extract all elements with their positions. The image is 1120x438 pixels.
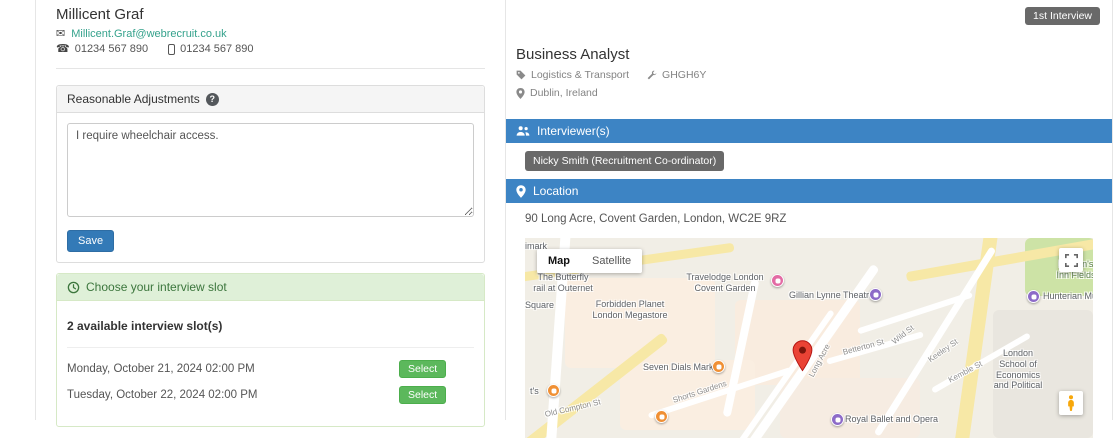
candidate-email-link[interactable]: Millicent.Graf@webrecruit.co.uk: [71, 28, 226, 40]
interviewers-header: Interviewer(s): [506, 119, 1112, 143]
map-label: Covent Garden: [683, 283, 767, 294]
envelope-icon: ✉: [56, 29, 65, 40]
map-label: Economics: [979, 370, 1057, 381]
map-marker-icon[interactable]: [792, 340, 813, 377]
map-label: Square: [525, 300, 554, 311]
map-pin-icon: [516, 88, 525, 99]
job-reference: GHGH6Y: [662, 69, 706, 81]
select-slot-button[interactable]: Select: [399, 360, 446, 378]
job-location: Dublin, Ireland: [530, 87, 598, 99]
slots-count: 2 available interview slot(s): [67, 319, 474, 333]
slot-label: Tuesday, October 22, 2024 02:00 PM: [67, 389, 399, 401]
map-canvas[interactable]: imark The Butterfly rail at Outernet Squ…: [525, 238, 1093, 438]
job-title: Business Analyst: [516, 46, 1112, 63]
candidate-header: Millicent Graf ✉ Millicent.Graf@webrecru…: [56, 0, 485, 69]
candidate-panel: Millicent Graf ✉ Millicent.Graf@webrecru…: [35, 0, 485, 420]
interviewer-badge: Nicky Smith (Recruitment Co-ordinator): [525, 151, 724, 171]
map-label: Forbidden Planet: [583, 299, 677, 310]
slot-row: Monday, October 21, 2024 02:00 PM Select: [67, 360, 474, 378]
clock-icon: [67, 281, 80, 294]
map-type-control: Map Satellite: [537, 249, 642, 273]
map-label: London Megastore: [583, 310, 677, 321]
shop-poi-icon[interactable]: [547, 384, 560, 397]
map-label: and Political: [979, 380, 1057, 391]
map-label-group: London School of Economics and Political: [979, 348, 1057, 391]
map-label: t's: [530, 386, 539, 397]
map-label: rail at Outernet: [525, 283, 601, 294]
shop-poi-icon[interactable]: [655, 410, 668, 423]
theatre-poi-icon[interactable]: [869, 288, 882, 301]
pegman-button[interactable]: [1059, 391, 1083, 415]
slot-row: Tuesday, October 22, 2024 02:00 PM Selec…: [67, 386, 474, 404]
map-label: Gillian Lynne Theatre: [789, 290, 874, 301]
satellite-view-button[interactable]: Satellite: [581, 249, 642, 273]
interview-slots-panel: Choose your interview slot 2 available i…: [56, 273, 485, 427]
help-icon[interactable]: ?: [206, 93, 219, 106]
location-title: Location: [533, 184, 578, 198]
select-slot-button[interactable]: Select: [399, 386, 446, 404]
market-poi-icon[interactable]: [712, 360, 725, 373]
interview-address: 90 Long Acre, Covent Garden, London, WC2…: [525, 213, 1112, 225]
map-label: The Butterfly: [525, 272, 601, 283]
interviewers-title: Interviewer(s): [537, 124, 610, 138]
phone-icon: ☎: [56, 44, 70, 55]
fullscreen-icon: [1065, 254, 1078, 267]
tag-icon: [516, 70, 526, 80]
map-label: Seven Dials Market: [643, 362, 721, 373]
location-pin-icon: [516, 185, 526, 198]
reasonable-adjustments-panel: Reasonable Adjustments ? I require wheel…: [56, 85, 485, 263]
candidate-phone: 01234 567 890: [75, 43, 148, 55]
museum-poi-icon[interactable]: [1027, 290, 1040, 303]
map-label-group: The Butterfly rail at Outernet: [525, 272, 601, 294]
interview-round-badge: 1st Interview: [1025, 7, 1100, 25]
candidate-name: Millicent Graf: [56, 6, 485, 23]
map-label: Travelodge London: [683, 272, 767, 283]
mobile-icon: [168, 44, 175, 55]
map-view-button[interactable]: Map: [537, 249, 581, 273]
interview-details-panel: 1st Interview Business Analyst Logistics…: [505, 0, 1113, 420]
map-label: London: [979, 348, 1057, 359]
lodging-poi-icon[interactable]: [771, 274, 784, 287]
pegman-icon: [1065, 395, 1077, 411]
map-label: Hunterian Museum: [1043, 291, 1093, 302]
save-button[interactable]: Save: [67, 230, 114, 252]
map-label-group: Travelodge London Covent Garden: [683, 272, 767, 294]
divider: [67, 347, 474, 348]
adjustments-title: Reasonable Adjustments: [67, 92, 200, 106]
adjustments-textarea[interactable]: I require wheelchair access.: [67, 123, 474, 217]
map-label-group: Forbidden Planet London Megastore: [583, 299, 677, 321]
job-category: Logistics & Transport: [531, 69, 629, 81]
map-label: School of: [979, 359, 1057, 370]
users-icon: [516, 125, 530, 137]
slots-title: Choose your interview slot: [86, 280, 227, 294]
map-commercial-area: [780, 378, 920, 438]
map-label: Royal Ballet and Opera: [845, 414, 938, 425]
fullscreen-button[interactable]: [1059, 248, 1083, 272]
wrench-icon: [647, 70, 657, 80]
location-header: Location: [506, 179, 1112, 203]
slot-label: Monday, October 21, 2024 02:00 PM: [67, 363, 399, 375]
candidate-mobile: 01234 567 890: [180, 43, 253, 55]
